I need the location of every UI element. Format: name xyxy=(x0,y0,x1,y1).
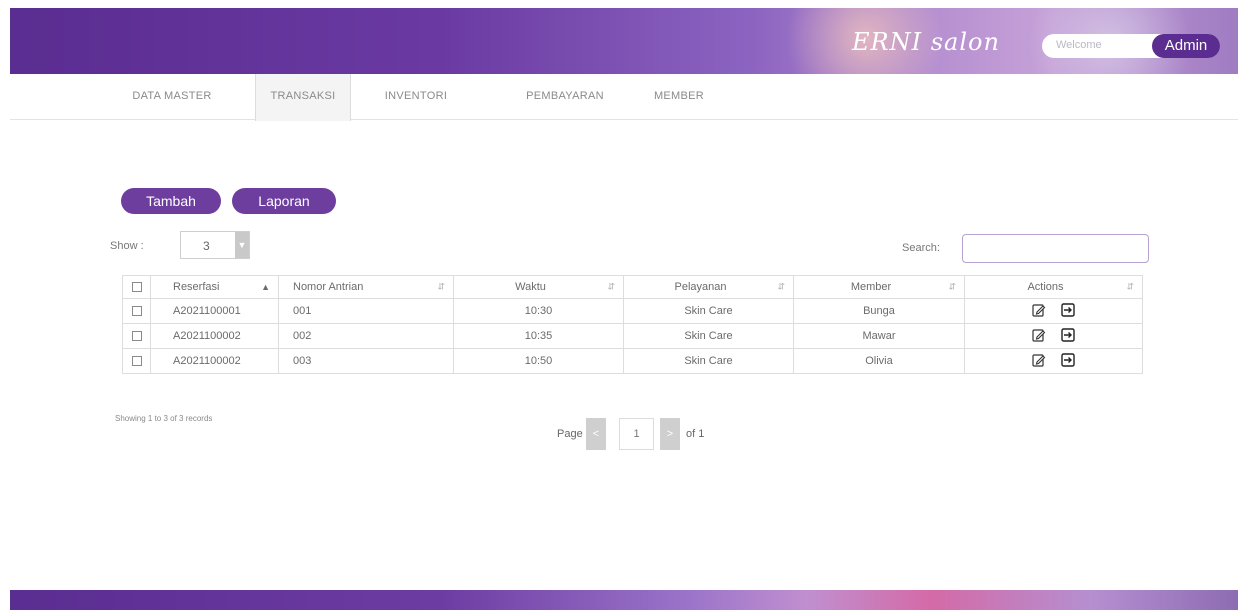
brand-logo: ERNI salon xyxy=(852,28,1000,56)
row-select-cell xyxy=(122,298,151,324)
user-menu[interactable]: Welcome Admin xyxy=(1042,34,1220,58)
cell-member: Mawar xyxy=(793,323,965,349)
main-nav: DATA MASTER TRANSAKSI INVENTORI PEMBAYAR… xyxy=(10,74,1238,121)
show-entries-select[interactable]: 3 ▼ xyxy=(180,231,250,259)
cell-nomor-antrian: 003 xyxy=(278,348,454,374)
row-select-cell xyxy=(122,348,151,374)
table-row: A2021100002 002 10:35 Skin Care Mawar xyxy=(122,323,1143,349)
column-header-waktu[interactable]: Waktu ⇵ xyxy=(453,275,624,299)
cell-pelayanan: Skin Care xyxy=(623,348,794,374)
select-all-checkbox[interactable] xyxy=(131,282,142,293)
column-header-label: Member xyxy=(850,281,892,293)
edit-icon[interactable] xyxy=(1032,353,1046,370)
tab-member[interactable]: MEMBER xyxy=(643,74,715,120)
add-button[interactable]: Tambah xyxy=(121,188,221,214)
tab-inventori[interactable]: INVENTORI xyxy=(372,74,460,120)
search-input[interactable] xyxy=(962,234,1149,263)
tab-pembayaran[interactable]: PEMBAYARAN xyxy=(510,74,620,120)
cell-actions xyxy=(964,348,1143,374)
search-label: Search: xyxy=(902,242,940,254)
sort-icon: ⇵ xyxy=(1126,281,1134,292)
sort-asc-icon: ▲ xyxy=(261,282,270,292)
sign-in-icon[interactable] xyxy=(1061,327,1075,345)
table-header-row: Reserfasi ▲ Nomor Antrian ⇵ Waktu ⇵ Pelayan… xyxy=(122,275,1143,299)
cell-nomor-antrian: 001 xyxy=(278,298,454,324)
user-name-button[interactable]: Admin xyxy=(1152,34,1220,58)
cell-reserfasi: A2021100001 xyxy=(150,298,279,324)
row-select-cell xyxy=(122,323,151,349)
sign-in-icon[interactable] xyxy=(1061,302,1075,320)
column-header-member[interactable]: Member ⇵ xyxy=(793,275,965,299)
column-header-nomor-antrian[interactable]: Nomor Antrian ⇵ xyxy=(278,275,454,299)
reservation-table: Reserfasi ▲ Nomor Antrian ⇵ Waktu ⇵ Pelayan… xyxy=(122,275,1143,374)
table-row: A2021100001 001 10:30 Skin Care Bunga xyxy=(122,298,1143,324)
header-banner: ERNI salon Welcome Admin xyxy=(10,8,1238,74)
cell-actions xyxy=(964,298,1143,324)
column-header-label: Actions xyxy=(1027,281,1064,293)
cell-waktu: 10:50 xyxy=(453,348,624,374)
report-button[interactable]: Laporan xyxy=(232,188,336,214)
column-header-label: Waktu xyxy=(515,281,546,293)
cell-actions xyxy=(964,323,1143,349)
column-header-label: Pelayanan xyxy=(674,281,727,293)
table-row: A2021100002 003 10:50 Skin Care Olivia xyxy=(122,348,1143,374)
prev-page-button[interactable]: < xyxy=(586,418,606,450)
chevron-down-icon[interactable]: ▼ xyxy=(235,232,249,258)
sort-icon: ⇵ xyxy=(607,281,615,292)
page-number-input[interactable]: 1 xyxy=(619,418,654,450)
page-total: of 1 xyxy=(686,428,705,440)
show-label: Show : xyxy=(110,240,144,252)
next-page-button[interactable]: > xyxy=(660,418,680,450)
row-checkbox[interactable] xyxy=(131,306,142,317)
row-checkbox[interactable] xyxy=(131,356,142,367)
cell-reserfasi: A2021100002 xyxy=(150,348,279,374)
select-all-cell xyxy=(122,275,151,299)
sort-icon: ⇵ xyxy=(437,281,445,292)
sort-icon: ⇵ xyxy=(948,281,956,292)
footer-banner xyxy=(10,590,1238,610)
column-header-label: Nomor Antrian xyxy=(293,281,364,293)
sign-in-icon[interactable] xyxy=(1061,352,1075,370)
cell-member: Olivia xyxy=(793,348,965,374)
column-header-pelayanan[interactable]: Pelayanan ⇵ xyxy=(623,275,794,299)
welcome-text: Welcome xyxy=(1056,39,1102,51)
tab-transaksi[interactable]: TRANSAKSI xyxy=(255,74,351,121)
cell-nomor-antrian: 002 xyxy=(278,323,454,349)
tab-data-master[interactable]: DATA MASTER xyxy=(122,74,222,120)
page-label: Page xyxy=(557,428,583,440)
sort-icon: ⇵ xyxy=(777,281,785,292)
cell-waktu: 10:30 xyxy=(453,298,624,324)
column-header-reserfasi[interactable]: Reserfasi ▲ xyxy=(150,275,279,299)
cell-member: Bunga xyxy=(793,298,965,324)
column-header-label: Reserfasi xyxy=(173,281,220,293)
edit-icon[interactable] xyxy=(1032,303,1046,320)
row-checkbox[interactable] xyxy=(131,331,142,342)
column-header-actions[interactable]: Actions ⇵ xyxy=(964,275,1143,299)
cell-pelayanan: Skin Care xyxy=(623,298,794,324)
records-info: Showing 1 to 3 of 3 records xyxy=(115,414,213,423)
show-entries-value: 3 xyxy=(203,239,210,253)
edit-icon[interactable] xyxy=(1032,328,1046,345)
cell-pelayanan: Skin Care xyxy=(623,323,794,349)
cell-reserfasi: A2021100002 xyxy=(150,323,279,349)
cell-waktu: 10:35 xyxy=(453,323,624,349)
